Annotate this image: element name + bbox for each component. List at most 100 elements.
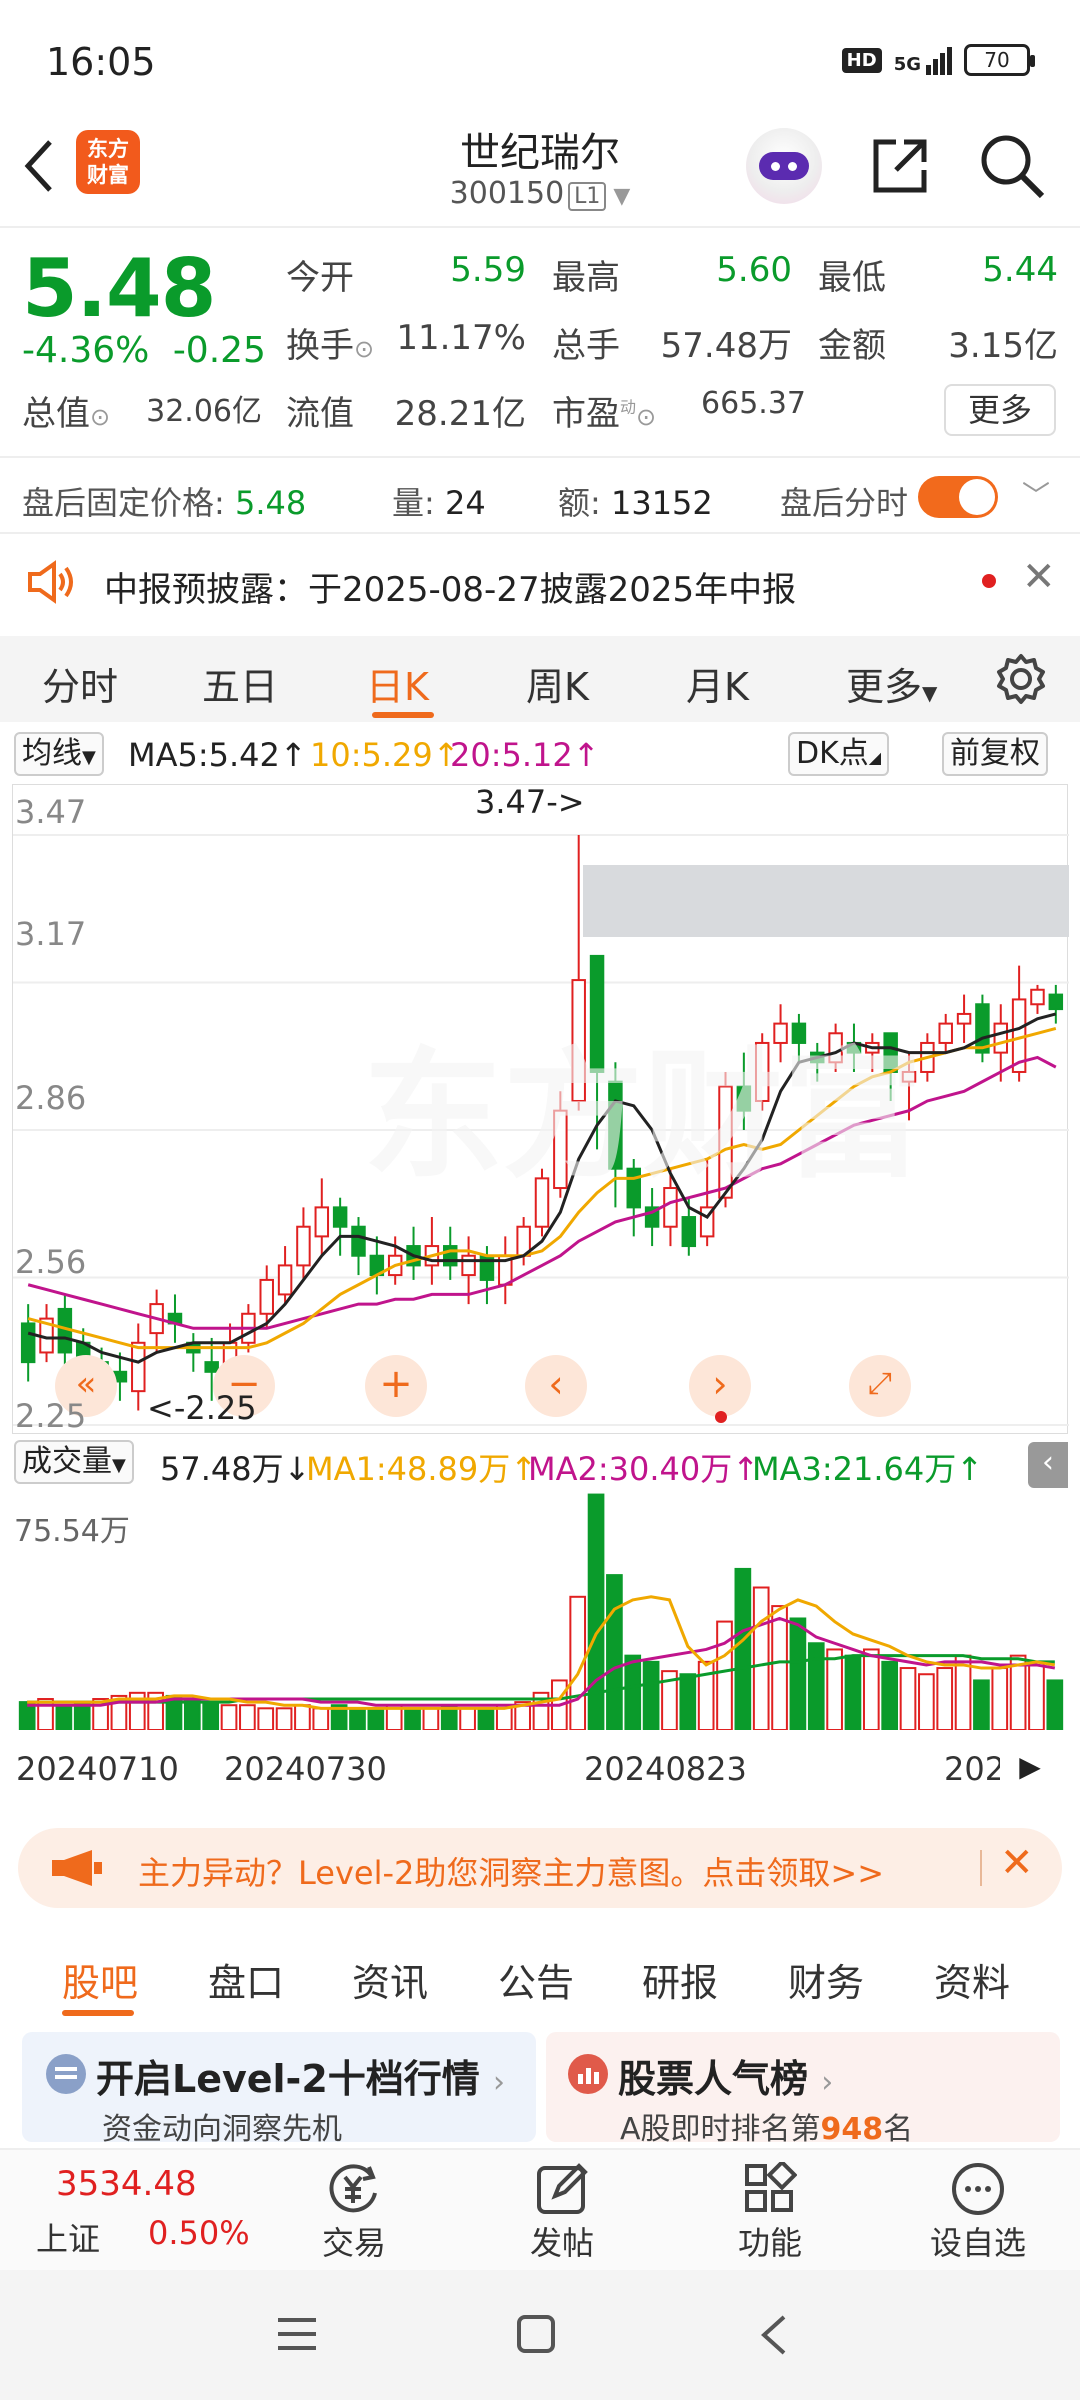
info-icon[interactable]: ⊙ (636, 403, 656, 431)
volume-select[interactable]: 成交量▼ (14, 1440, 134, 1484)
add-watchlist-button[interactable]: 设自选 (908, 2160, 1048, 2264)
zoom-in-icon[interactable]: + (365, 1355, 427, 1417)
tab-intraday[interactable]: 分时 (42, 656, 118, 711)
tab-monthly-k[interactable]: 月K (686, 656, 749, 711)
volume-bar (294, 1704, 311, 1730)
tab-more[interactable]: 更多▼ (846, 656, 937, 711)
index-name[interactable]: 上证 (36, 2214, 100, 2260)
volume-bar (624, 1654, 642, 1730)
volume-bar (55, 1704, 73, 1730)
popularity-card[interactable]: 股票人气榜 › A股即时排名第948名 (546, 2032, 1060, 2142)
home-icon[interactable] (516, 2314, 556, 2354)
close-icon[interactable]: ✕ (1000, 1840, 1034, 1886)
trade-yen-icon (329, 2164, 377, 2213)
post-label: 发帖 (529, 2224, 594, 2262)
date-label-1: 20240710 (16, 1750, 179, 1788)
after-hours-toggle[interactable] (918, 476, 998, 518)
tab-forum[interactable]: 股吧 (62, 1952, 138, 2007)
candle-body (20, 1322, 36, 1364)
tab-orderbook[interactable]: 盘口 (208, 1952, 284, 2007)
signal-icon: 5G (894, 45, 952, 75)
tab-research[interactable]: 研报 (642, 1952, 718, 2007)
collapse-icon[interactable]: ‹ (1028, 1442, 1068, 1488)
chevron-down-icon[interactable]: ﹀ (1022, 474, 1050, 514)
ma-select[interactable]: 均线▼ (14, 732, 104, 776)
candle-body (277, 1264, 293, 1296)
volume-bar (716, 1620, 733, 1730)
close-icon[interactable]: ✕ (1022, 554, 1056, 600)
y-label-4: 2.56 (15, 1243, 87, 1281)
candle-body (1048, 993, 1064, 1011)
tab-finance[interactable]: 财务 (788, 1952, 864, 2007)
stat-pe: 市盈动⊙ 665.37 (552, 386, 806, 435)
volume-bar (752, 1586, 770, 1730)
kline-ma-bar: 均线▼ MA5:5.42↑ 10:5.29↑ 20:5.12↑ DK点◢ 前复权 (0, 728, 1080, 780)
volume-bar (826, 1648, 843, 1730)
post-button[interactable]: 发帖 (492, 2160, 632, 2264)
change-percent: -4.36% (22, 330, 150, 371)
tab-5day[interactable]: 五日 (202, 656, 278, 711)
dk-label: DK点 (796, 736, 869, 771)
stat-value: 57.48万 (660, 326, 792, 366)
volume-chart[interactable]: 75.54万 (12, 1490, 1068, 1730)
tab-announcements[interactable]: 公告 (498, 1952, 574, 2007)
ai-assistant-icon[interactable] (746, 128, 822, 204)
tab-indicator (62, 2010, 134, 2016)
menu-icon[interactable] (276, 2314, 318, 2354)
popularity-title-text: 股票人气榜 (618, 2057, 809, 2101)
search-icon[interactable] (978, 132, 1046, 200)
ma-select-label: 均线 (22, 736, 82, 771)
tab-profile[interactable]: 资料 (934, 1952, 1010, 2007)
level2-banner[interactable]: 主力异动？Level-2助您洞察主力意图。点击领取>> ✕ (18, 1828, 1062, 1908)
tab-daily-k[interactable]: 日K (366, 656, 429, 711)
scroll-left-icon[interactable]: ‹ (525, 1355, 587, 1417)
candle-body (681, 1216, 697, 1248)
index-percent[interactable]: 0.50% (148, 2214, 250, 2252)
candle-body (938, 1022, 953, 1044)
max-price-label: 3.47-> (475, 783, 585, 821)
adjust-button[interactable]: 前复权 (942, 732, 1048, 776)
level-badge: L1 (568, 182, 607, 211)
tab-weekly-k[interactable]: 周K (526, 656, 589, 711)
stat-float: 流值 28.21亿 (286, 386, 526, 435)
min-price-label: <-2.25 (147, 1389, 257, 1427)
after-amount: 额: 13152 (558, 478, 713, 524)
fullscreen-icon[interactable]: ⤢ (849, 1355, 911, 1417)
banner-divider (980, 1850, 982, 1886)
volume-select-label: 成交量 (22, 1444, 112, 1479)
vol-ma3-text: MA3:21.64万 (752, 1450, 957, 1488)
after-price: 盘后固定价格: 5.48 (22, 478, 306, 524)
tab-more-label: 更多 (846, 665, 923, 709)
function-button[interactable]: 功能 (700, 2160, 840, 2264)
watchlist-label: 设自选 (929, 2224, 1026, 2262)
volume-bar (404, 1707, 421, 1730)
trade-button[interactable]: 交易 (284, 2160, 424, 2264)
volume-bar (918, 1673, 935, 1730)
volume-bar (422, 1707, 440, 1730)
vol-ma1-text: MA1:48.89万 (306, 1450, 511, 1488)
stat-low: 最低 5.44 (818, 250, 1058, 299)
notice-bar[interactable]: 中报预披露：于2025-08-27披露2025年中报 ✕ (0, 536, 1080, 626)
next-arrow-icon[interactable]: ▶ (1000, 1742, 1060, 1792)
info-icon[interactable]: ⊙ (354, 335, 374, 363)
level2-card[interactable]: 开启Level-2十档行情 › 资金动向洞察先机 (22, 2032, 536, 2142)
popularity-title: 股票人气榜 › (618, 2048, 833, 2103)
settings-gear-icon[interactable] (994, 652, 1048, 706)
dk-point-button[interactable]: DK点◢ (788, 732, 890, 776)
candle-body (443, 1245, 458, 1267)
volume-bar (642, 1660, 660, 1730)
index-value[interactable]: 3534.48 (56, 2164, 197, 2204)
info-icon[interactable]: ⊙ (90, 403, 110, 431)
share-icon[interactable] (868, 134, 932, 198)
popularity-sub: A股即时排名第948名 (620, 2104, 913, 2142)
back-nav-icon[interactable] (758, 2314, 788, 2356)
tab-news[interactable]: 资讯 (352, 1952, 428, 2007)
tab-indicator (372, 712, 434, 718)
stat-label: 最高 (552, 258, 620, 298)
volume-bar (1046, 1679, 1064, 1730)
candle-body (259, 1278, 274, 1315)
kline-chart[interactable]: 东方财富 « − + ‹ › ⤢ <-2.25 3.47-> 3.47 3.17… (12, 783, 1069, 1435)
stock-header: 东方 财富 世纪瑞尔 300150 L1 ▼ (0, 120, 1080, 230)
scroll-right-icon[interactable]: › (689, 1355, 751, 1417)
more-button[interactable]: 更多 (944, 384, 1056, 436)
